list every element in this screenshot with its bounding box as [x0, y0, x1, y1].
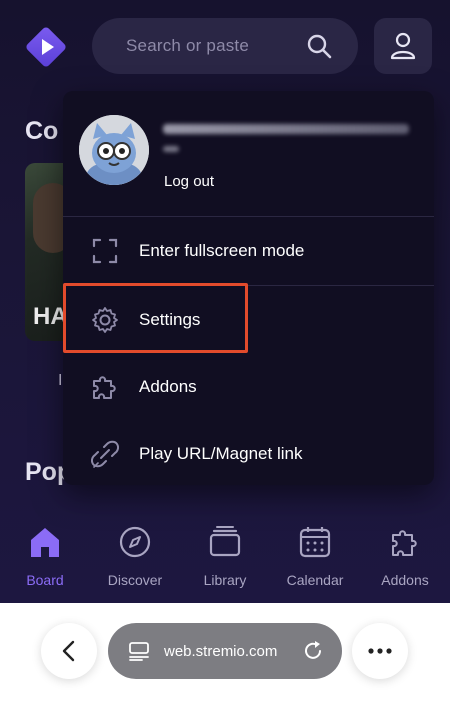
nav-item-library[interactable]: Library [180, 520, 270, 603]
back-button[interactable] [41, 623, 97, 679]
divider [63, 216, 434, 217]
email-redacted [163, 124, 409, 134]
menu-item-label: Play URL/Magnet link [139, 444, 303, 463]
compass-icon [117, 524, 153, 560]
search-input[interactable]: Search or paste [126, 36, 249, 56]
nav-item-addons[interactable]: Addons [360, 520, 450, 603]
home-icon [27, 524, 63, 560]
library-icon [207, 524, 243, 560]
gear-icon [92, 307, 118, 333]
chevron-left-icon [62, 640, 75, 662]
page-menu-icon[interactable] [128, 640, 150, 662]
more-dots-icon [368, 648, 392, 654]
menu-item-fullscreen[interactable]: Enter fullscreen mode [63, 221, 434, 281]
profile-menu: Log out Enter fullscreen mode Settings A… [63, 91, 434, 485]
nav-item-calendar[interactable]: Calendar [270, 520, 360, 603]
calendar-icon [297, 524, 333, 560]
address-bar[interactable]: web.stremio.com [108, 623, 342, 679]
logout-link[interactable]: Log out [164, 173, 214, 190]
fullscreen-icon [92, 238, 118, 264]
url-text: web.stremio.com [164, 642, 278, 660]
bottom-nav: Board Discover Library Calendar Addons [0, 520, 450, 603]
menu-item-addons[interactable]: Addons [63, 357, 434, 417]
nav-label: Calendar [286, 572, 344, 588]
nav-item-discover[interactable]: Discover [90, 520, 180, 603]
puzzle-icon [93, 376, 116, 399]
menu-item-settings[interactable]: Settings [63, 290, 434, 350]
menu-item-label: Addons [139, 377, 197, 396]
continue-watching-title: Co [25, 117, 59, 145]
search-icon[interactable] [306, 33, 332, 59]
nav-label: Library [203, 572, 247, 588]
puzzle-icon [387, 524, 423, 560]
divider [63, 285, 434, 286]
stremio-logo-icon[interactable] [24, 25, 68, 69]
nav-label: Discover [107, 572, 163, 588]
nav-label: Board [26, 572, 64, 588]
avatar [79, 115, 149, 185]
menu-item-label: Settings [139, 310, 201, 329]
menu-item-play-url[interactable]: Play URL/Magnet link [63, 424, 434, 484]
poster-caption: I [58, 372, 63, 389]
user-section: Log out [63, 91, 434, 217]
profile-button[interactable] [374, 18, 432, 74]
browser-toolbar: web.stremio.com [0, 603, 450, 720]
email-redacted [163, 146, 179, 152]
nav-item-board[interactable]: Board [0, 520, 90, 603]
user-icon [390, 32, 416, 60]
app-screen: Search or paste Co HA I Pop Board Discov… [0, 0, 450, 603]
search-bar[interactable]: Search or paste [92, 18, 358, 74]
menu-item-label: Enter fullscreen mode [139, 241, 305, 260]
more-button[interactable] [352, 623, 408, 679]
nav-label: Addons [381, 572, 429, 588]
magnet-link-icon [91, 440, 119, 468]
reload-icon[interactable] [302, 640, 324, 662]
